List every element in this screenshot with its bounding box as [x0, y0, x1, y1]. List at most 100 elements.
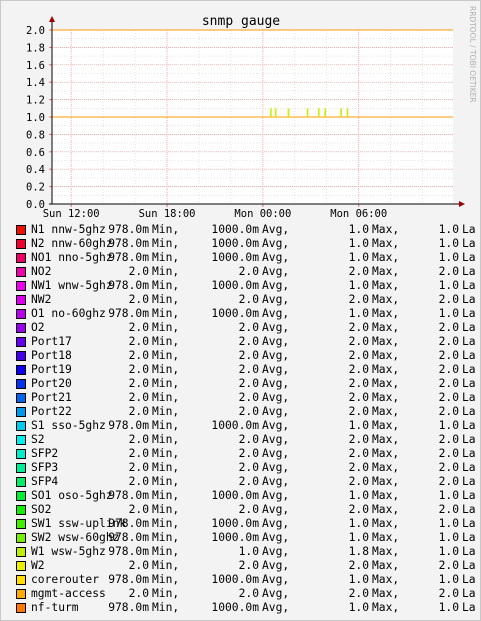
legend-max-label: Max, — [372, 419, 400, 432]
legend-swatch — [16, 533, 26, 543]
legend-max-value: 2.0 — [348, 447, 369, 460]
legend-max-label: Max, — [372, 405, 400, 418]
legend-series-name: W1 wsw-5ghz — [31, 545, 106, 558]
legend-max-value: 1.0 — [348, 601, 369, 614]
legend-last-label: La — [462, 503, 476, 516]
legend-last-value: 2.0 — [438, 503, 459, 516]
legend-swatch — [16, 575, 26, 585]
legend-row: N2 nnw-60ghz 978.0m Min, 1000.0m Avg, 1.0 Max,… — [1, 237, 480, 251]
legend-row: NO1 nno-5ghz 978.0m Min, 1000.0m Avg, 1.0 Max,… — [1, 251, 480, 265]
legend-max-label: Max, — [372, 461, 400, 474]
legend-swatch — [16, 379, 26, 389]
legend-last-label: La — [462, 545, 476, 558]
legend-avg-value: 2.0 — [238, 349, 259, 362]
legend-min-value: 2.0 — [128, 559, 149, 572]
legend-avg-value: 1000.0m — [211, 307, 259, 320]
legend-avg-label: Avg, — [262, 587, 290, 600]
legend-avg-value: 1000.0m — [211, 489, 259, 502]
legend-swatch — [16, 491, 26, 501]
legend-series-name: S1 sso-5ghz — [31, 419, 106, 432]
legend-max-value: 1.0 — [348, 573, 369, 586]
legend-max-value: 1.0 — [348, 237, 369, 250]
legend-min-label: Min, — [152, 307, 180, 320]
legend-avg-value: 2.0 — [238, 335, 259, 348]
legend-last-value: 2.0 — [438, 433, 459, 446]
legend-min-value: 978.0m — [108, 531, 149, 544]
legend-avg-label: Avg, — [262, 601, 290, 614]
legend-row: SW1 ssw-uplink 978.0m Min, 1000.0m Avg, 1.0 Ma… — [1, 517, 480, 531]
legend-min-value: 2.0 — [128, 391, 149, 404]
legend-avg-value: 2.0 — [238, 377, 259, 390]
legend-avg-label: Avg, — [262, 531, 290, 544]
legend-row: SFP2 2.0 Min, 2.0 Avg, 2.0 Max, 2.0 La — [1, 447, 480, 461]
legend-row: O2 2.0 Min, 2.0 Avg, 2.0 Max, 2.0 La — [1, 321, 480, 335]
legend-min-label: Min, — [152, 293, 180, 306]
y-tick-label: 2.0 — [26, 25, 45, 37]
legend-last-value: 2.0 — [438, 349, 459, 362]
legend-min-value: 978.0m — [108, 307, 149, 320]
legend-max-label: Max, — [372, 587, 400, 600]
legend-last-value: 1.0 — [438, 573, 459, 586]
legend-last-value: 2.0 — [438, 391, 459, 404]
legend-last-value: 1.0 — [438, 223, 459, 236]
legend-avg-label: Avg, — [262, 251, 290, 264]
legend-swatch — [16, 323, 26, 333]
legend-series-name: SFP4 — [31, 475, 59, 488]
legend-last-value: 1.0 — [438, 307, 459, 320]
legend-avg-label: Avg, — [262, 405, 290, 418]
legend-last-value: 2.0 — [438, 293, 459, 306]
legend-min-label: Min, — [152, 447, 180, 460]
x-tick-label: Mon 00:00 — [234, 208, 291, 220]
legend-min-label: Min, — [152, 489, 180, 502]
x-tick-label: Mon 06:00 — [330, 208, 387, 220]
legend-avg-label: Avg, — [262, 503, 290, 516]
legend-row: nf-turm 978.0m Min, 1000.0m Avg, 1.0 Max, 1.0 La — [1, 601, 480, 615]
legend-min-value: 2.0 — [128, 321, 149, 334]
legend-series-name: NO2 — [31, 265, 52, 278]
legend-min-label: Min, — [152, 573, 180, 586]
legend-max-label: Max, — [372, 503, 400, 516]
legend-avg-value: 1000.0m — [211, 419, 259, 432]
legend-last-value: 1.0 — [438, 419, 459, 432]
legend-last-label: La — [462, 405, 476, 418]
y-tick-label: 1.4 — [26, 77, 45, 89]
legend-avg-value: 2.0 — [238, 363, 259, 376]
legend-avg-label: Avg, — [262, 265, 290, 278]
legend-swatch — [16, 519, 26, 529]
legend-swatch — [16, 225, 26, 235]
legend-max-value: 1.0 — [348, 489, 369, 502]
legend-max-value: 2.0 — [348, 587, 369, 600]
legend-min-label: Min, — [152, 349, 180, 362]
legend-last-value: 1.0 — [438, 531, 459, 544]
legend-swatch — [16, 267, 26, 277]
legend-avg-label: Avg, — [262, 293, 290, 306]
y-tick-label: 1.6 — [26, 60, 45, 72]
legend-max-value: 1.0 — [348, 419, 369, 432]
legend-avg-label: Avg, — [262, 237, 290, 250]
legend-avg-value: 2.0 — [238, 405, 259, 418]
legend-max-value: 1.0 — [348, 307, 369, 320]
legend-swatch — [16, 561, 26, 571]
legend-row: W1 wsw-5ghz 978.0m Min, 1.0 Avg, 1.8 Max, 1.0 La — [1, 545, 480, 559]
legend-max-value: 2.0 — [348, 391, 369, 404]
rrdtool-watermark: RRDTOOL / TOBI OETIKER — [468, 6, 477, 103]
legend-swatch — [16, 547, 26, 557]
legend-max-value: 2.0 — [348, 475, 369, 488]
legend-avg-label: Avg, — [262, 223, 290, 236]
legend-last-label: La — [462, 279, 476, 292]
legend-row: Port19 2.0 Min, 2.0 Avg, 2.0 Max, 2.0 La — [1, 363, 480, 377]
legend-max-value: 2.0 — [348, 559, 369, 572]
legend-last-label: La — [462, 349, 476, 362]
legend-swatch — [16, 589, 26, 599]
legend-series-name: NW1 wnw-5ghz — [31, 279, 113, 292]
legend-last-label: La — [462, 377, 476, 390]
legend-last-value: 1.0 — [438, 517, 459, 530]
legend-max-label: Max, — [372, 321, 400, 334]
x-axis-arrow — [459, 201, 465, 207]
legend-avg-value: 1000.0m — [211, 223, 259, 236]
legend-last-label: La — [462, 475, 476, 488]
legend-max-value: 2.0 — [348, 321, 369, 334]
legend-avg-label: Avg, — [262, 377, 290, 390]
legend-max-label: Max, — [372, 363, 400, 376]
legend-max-label: Max, — [372, 279, 400, 292]
